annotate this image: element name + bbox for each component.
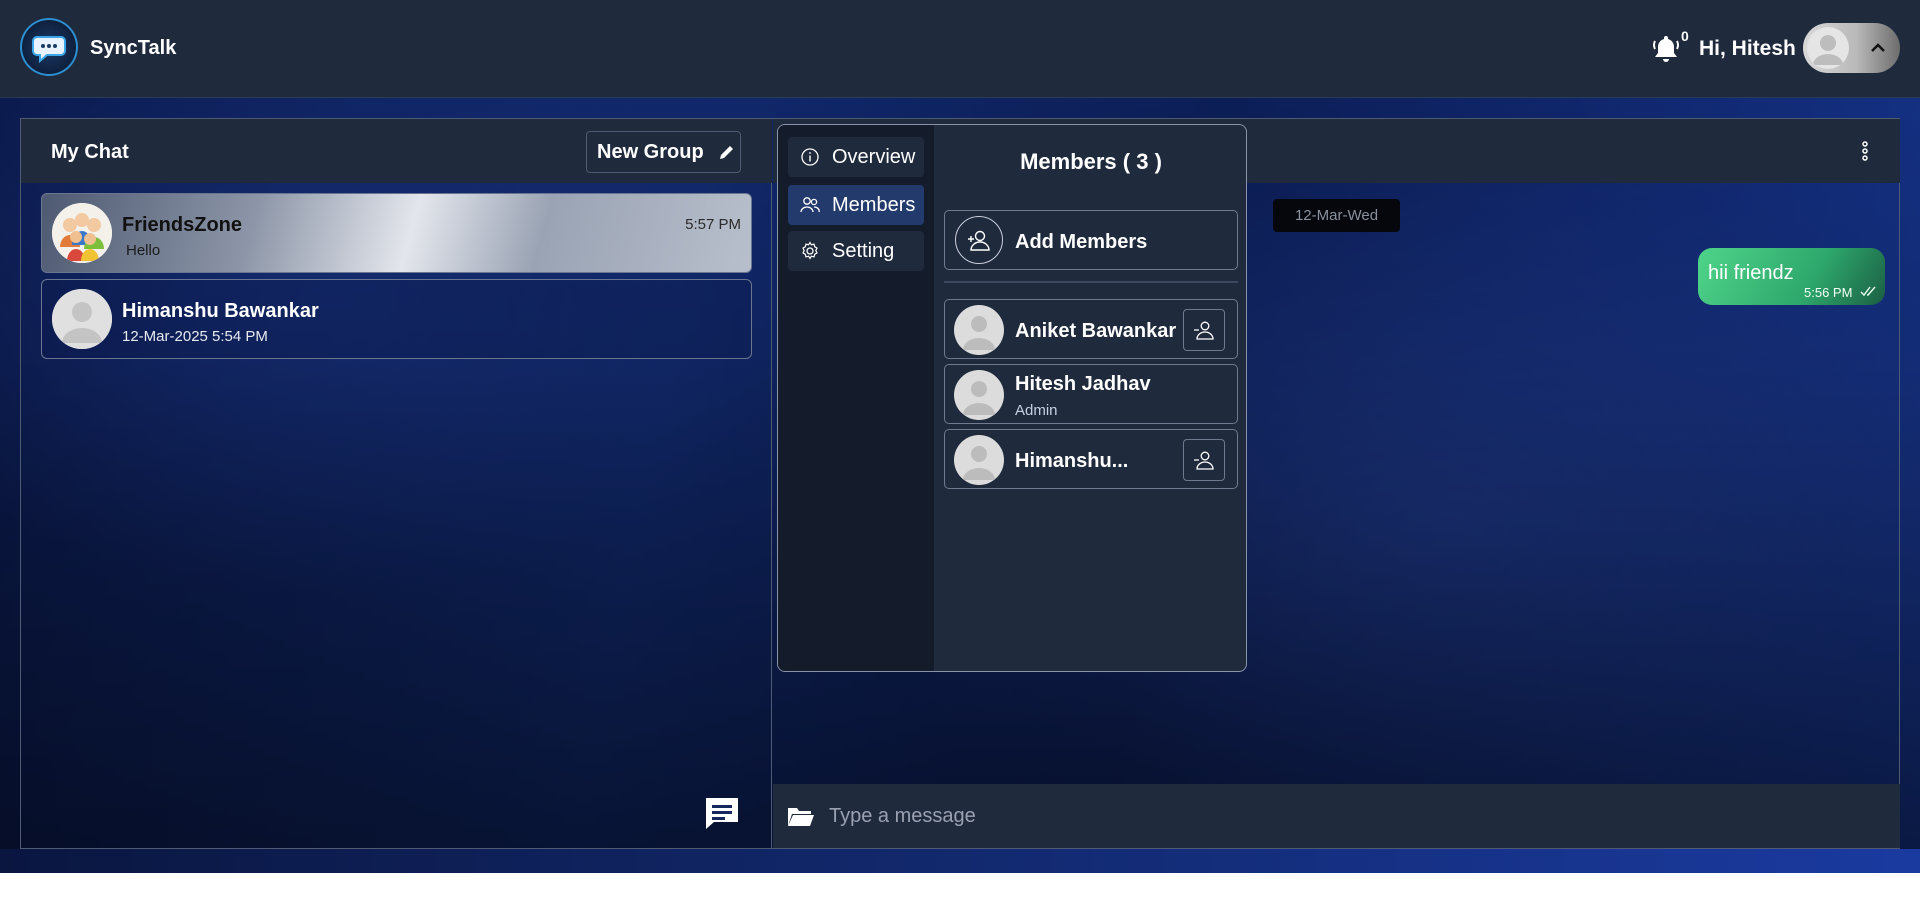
brand-name: SyncTalk	[90, 37, 177, 59]
chat-list-header: My Chat New Group	[21, 119, 772, 183]
chat-time: 5:57 PM	[685, 216, 741, 233]
chat-bubble-logo-icon	[32, 36, 66, 64]
chat-list-item-friendszone[interactable]: FriendsZone Hello 5:57 PM	[41, 193, 752, 273]
new-group-button[interactable]: New Group	[586, 131, 741, 173]
top-bar: SyncTalk 0 Hi, Hitesh	[0, 0, 1920, 98]
contact-avatar	[52, 289, 112, 349]
remove-user-icon	[1194, 451, 1214, 470]
member-row: Hitesh Jadhav Admin	[944, 364, 1238, 424]
folder-open-icon[interactable]	[787, 805, 815, 827]
group-info-popover: Overview Members Setting Members ( 3 ) A…	[777, 124, 1247, 672]
members-panel: Members ( 3 ) Add Members Aniket Bawanka…	[934, 125, 1246, 671]
pencil-icon	[719, 144, 735, 159]
divider	[944, 281, 1238, 283]
tab-label: Overview	[832, 145, 916, 168]
group-info-nav: Overview Members Setting	[778, 125, 934, 671]
user-placeholder-icon	[963, 316, 995, 350]
chat-last-message: Hello	[126, 242, 161, 259]
user-placeholder-icon	[963, 446, 995, 480]
message-text: hii friendz	[1708, 262, 1794, 284]
member-avatar	[954, 435, 1004, 485]
chat-list-item-himanshu[interactable]: Himanshu Bawankar 12-Mar-2025 5:54 PM	[41, 279, 752, 359]
add-members-label: Add Members	[1015, 231, 1148, 253]
member-row: Himanshu...	[944, 429, 1238, 489]
message-composer	[773, 784, 1900, 848]
tab-overview[interactable]: Overview	[788, 137, 924, 177]
user-avatar	[1807, 27, 1849, 69]
notification-bell-icon[interactable]	[1652, 33, 1680, 63]
remove-user-icon	[1194, 321, 1214, 340]
user-greeting: Hi, Hitesh	[1699, 37, 1796, 60]
user-placeholder-icon	[52, 289, 112, 349]
add-members-button[interactable]: Add Members	[944, 210, 1238, 270]
app-background-strip	[0, 849, 1920, 873]
chat-list-panel: My Chat New Group FriendsZone Hello 5:57…	[21, 119, 772, 848]
member-name: Himanshu...	[1015, 450, 1129, 472]
tab-label: Members	[832, 193, 916, 216]
add-user-icon	[968, 230, 990, 251]
message-input[interactable]	[829, 798, 1869, 834]
user-placeholder-icon	[963, 381, 995, 415]
info-icon	[801, 148, 819, 166]
user-menu-toggle[interactable]	[1803, 23, 1900, 73]
more-options-icon[interactable]	[1855, 139, 1875, 163]
chat-name: Himanshu Bawankar	[122, 300, 319, 322]
outgoing-message[interactable]: hii friendz 5:56 PM	[1698, 248, 1885, 305]
tab-label: Setting	[832, 239, 895, 262]
member-role-badge: Admin	[1015, 402, 1058, 419]
chat-name: FriendsZone	[122, 214, 243, 236]
chevron-up-icon	[1871, 43, 1885, 52]
date-separator: 12-Mar-Wed	[1273, 199, 1400, 232]
member-name: Aniket Bawankar	[1015, 320, 1177, 342]
tab-members[interactable]: Members	[788, 185, 924, 225]
notification-count: 0	[1681, 28, 1689, 44]
member-row: Aniket Bawankar	[944, 299, 1238, 359]
gear-icon	[802, 241, 818, 260]
new-chat-icon[interactable]	[703, 795, 741, 831]
member-avatar	[954, 370, 1004, 420]
group-avatar	[52, 203, 112, 263]
member-name: Hitesh Jadhav	[1015, 373, 1151, 395]
users-icon	[800, 197, 820, 213]
user-placeholder-icon	[1813, 35, 1843, 65]
member-avatar	[954, 305, 1004, 355]
message-time: 5:56 PM	[1804, 285, 1853, 300]
remove-member-button[interactable]	[1183, 309, 1225, 351]
tab-setting[interactable]: Setting	[788, 231, 924, 271]
chat-last-activity: 12-Mar-2025 5:54 PM	[122, 328, 268, 345]
new-group-label: New Group	[597, 140, 704, 163]
add-user-icon-wrapper	[955, 216, 1003, 264]
app-logo	[20, 18, 78, 76]
double-check-icon	[1860, 286, 1876, 297]
group-people-icon	[52, 203, 112, 263]
members-title: Members ( 3 )	[1020, 149, 1162, 174]
remove-member-button[interactable]	[1183, 439, 1225, 481]
chat-list-title: My Chat	[51, 141, 129, 163]
